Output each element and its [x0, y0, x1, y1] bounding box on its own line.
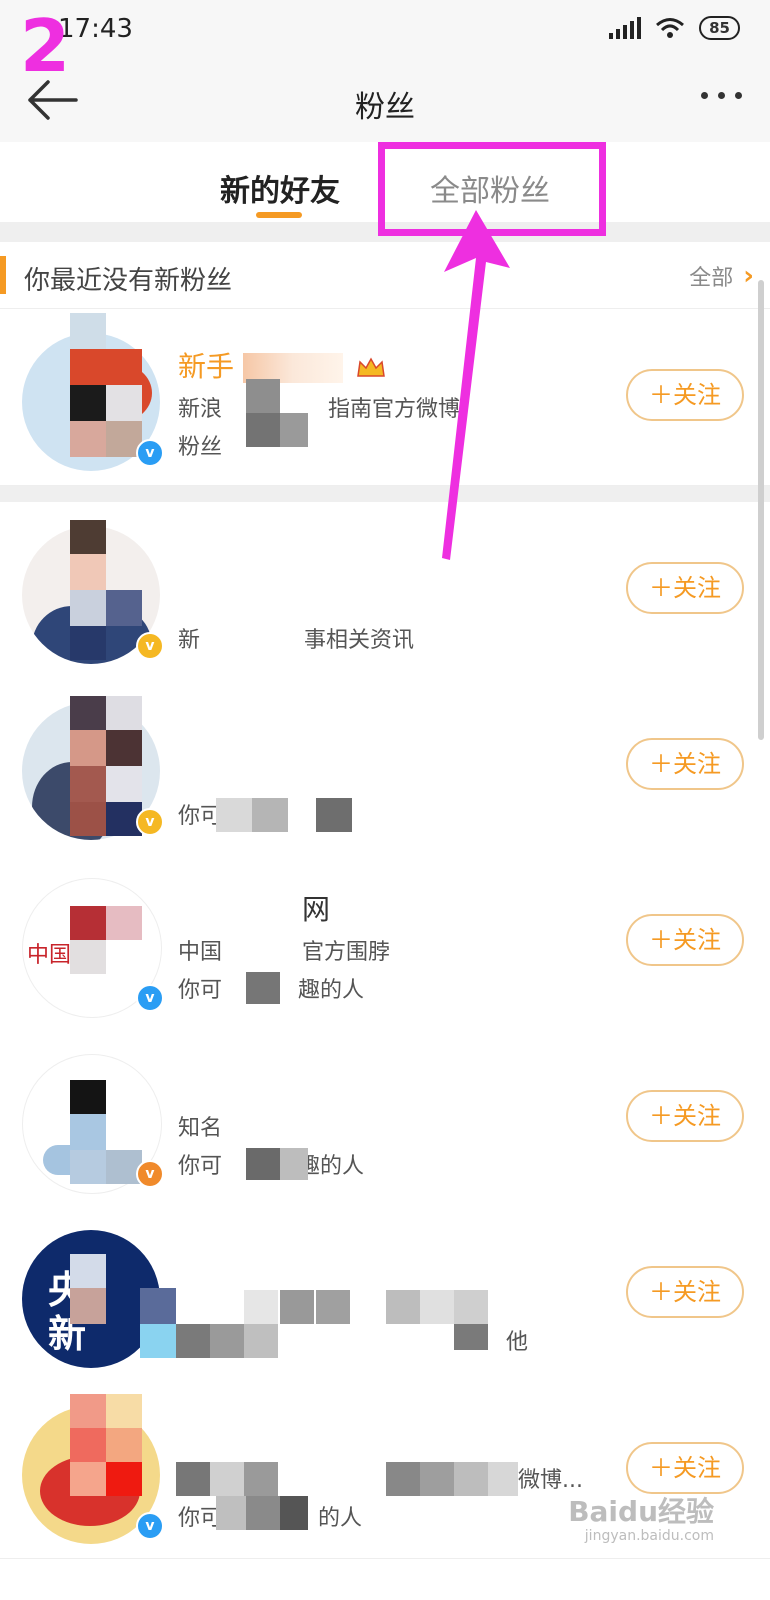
description-start: 新浪 — [178, 397, 223, 422]
verified-badge-icon: v — [136, 1512, 164, 1540]
reason-end: 趣的人 — [298, 978, 365, 1003]
top-bar: 17:43 85 粉丝 — [0, 0, 770, 142]
accent-bar — [0, 256, 6, 294]
chevron-right-icon: › — [743, 261, 754, 291]
verified-badge-icon: v — [136, 808, 164, 836]
follow-button[interactable]: ＋关注 — [626, 369, 744, 421]
verified-badge-icon: v — [136, 984, 164, 1012]
crown-icon — [356, 357, 385, 377]
user-description: 新 事相关资讯 — [178, 622, 414, 654]
follow-button[interactable]: ＋关注 — [626, 738, 744, 790]
list-item[interactable]: v 你可 ＋关注 — [0, 678, 770, 855]
notice-text: 你最近没有新粉丝 — [24, 266, 233, 296]
battery-indicator: 85 — [699, 16, 740, 40]
user-description: 新浪 指南官方微博 — [178, 391, 460, 423]
view-all-label: 全部 — [689, 266, 734, 291]
user-name-text: 新手 — [178, 350, 235, 383]
step-number-annotation: 2 — [20, 4, 71, 88]
verified-badge-icon: v — [136, 1160, 164, 1188]
follow-button[interactable]: ＋关注 — [626, 1442, 744, 1494]
description-end: 事相关资讯 — [304, 628, 415, 653]
reason-end: 的人 — [318, 1506, 363, 1531]
list-item[interactable]: v 新手 新浪 指南官方微博 粉丝 ＋关注 — [0, 309, 770, 486]
scrollbar[interactable] — [758, 280, 764, 740]
user-fans-count: 粉丝 — [178, 435, 223, 460]
verified-badge-icon: v — [136, 439, 164, 467]
active-tab-indicator — [256, 212, 302, 218]
section-divider — [0, 486, 770, 502]
reason-start: 你可 — [178, 978, 223, 1003]
list-item[interactable]: v 新 事相关资讯 ＋关注 — [0, 502, 770, 679]
user-description: 知名 — [178, 1116, 223, 1141]
watermark-url: jingyan.baidu.com — [584, 1528, 714, 1544]
verified-badge-icon: v — [136, 632, 164, 660]
tab-new-friends[interactable]: 新的好友 — [220, 166, 340, 210]
follow-button[interactable]: ＋关注 — [626, 1266, 744, 1318]
wifi-icon — [656, 18, 685, 38]
page-title: 粉丝 — [355, 90, 415, 125]
user-description: 中国 官方围脖 — [178, 934, 390, 966]
view-all-link[interactable]: 全部 › — [689, 260, 754, 292]
no-new-fans-header: 你最近没有新粉丝 全部 › — [0, 242, 770, 309]
description-end: 官方围脖 — [302, 940, 391, 965]
follow-button[interactable]: ＋关注 — [626, 914, 744, 966]
follow-button[interactable]: ＋关注 — [626, 562, 744, 614]
user-name[interactable]: 新手 — [178, 345, 386, 385]
description-start: 新 — [178, 628, 201, 653]
list-item[interactable]: 中国 v 网 中国 官方围脖 你可 趣的人 ＋关注 — [0, 854, 770, 1031]
watermark-logo: Baidu经验 — [568, 1495, 714, 1528]
status-icons: 85 — [609, 16, 740, 40]
list-item[interactable]: 央新 他 ＋关注 — [0, 1206, 770, 1383]
signal-icon — [609, 17, 642, 39]
list-item[interactable]: v 知名 你可 趣的人 ＋关注 — [0, 1030, 770, 1207]
user-reason: 他 — [506, 1330, 529, 1355]
reason-start: 你可 — [178, 1154, 223, 1179]
description-start: 中国 — [178, 940, 223, 965]
follow-button[interactable]: ＋关注 — [626, 1090, 744, 1142]
more-icon[interactable] — [701, 92, 742, 99]
annotation-arrow-icon — [442, 210, 510, 560]
user-name[interactable]: 网 — [302, 888, 330, 928]
